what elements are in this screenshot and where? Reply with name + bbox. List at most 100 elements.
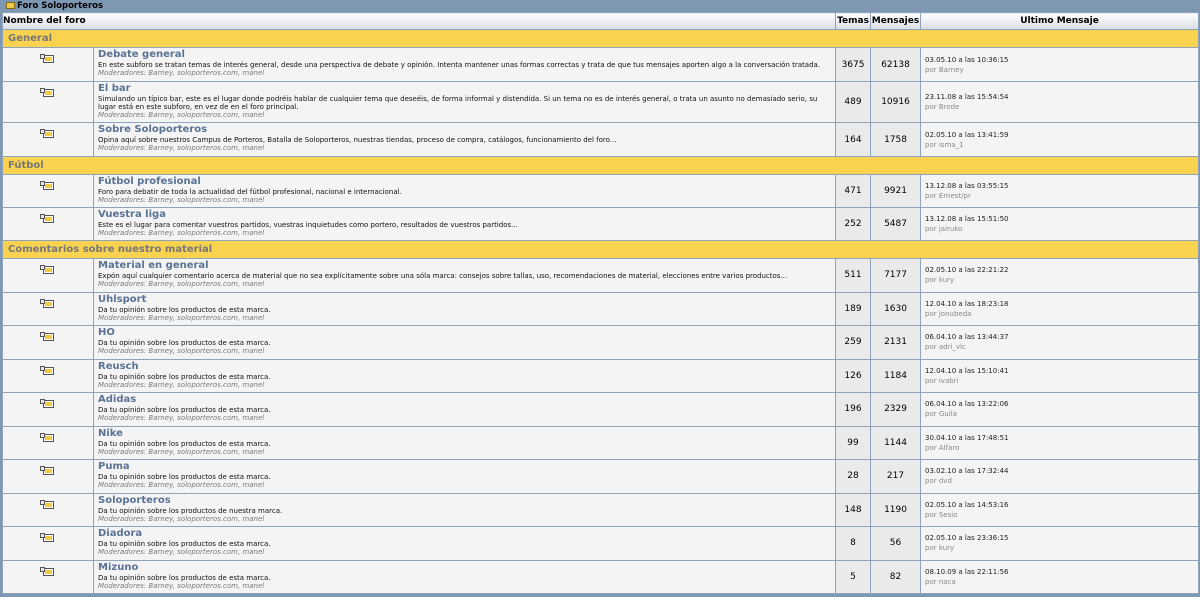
moderator-link[interactable]: soloporteros.com [177,111,238,119]
moderator-link[interactable]: Barney [148,548,172,556]
last-post-date[interactable]: 03.02.10 a las 17:32:44 [925,466,1194,476]
forum-info-cell: El bar Simulando un típico bar, este es e… [92,81,837,123]
last-post-user[interactable]: ivabri [939,377,959,385]
forum-name-link[interactable]: Material en general [98,260,831,272]
moderator-link[interactable]: soloporteros.com [177,582,238,590]
last-post-user[interactable]: adri_vlc [939,343,966,351]
moderator-link[interactable]: manel [242,229,264,237]
forum-name-link[interactable]: El bar [98,83,831,95]
moderator-link[interactable]: manel [242,144,264,152]
category-title[interactable]: Fútbol [1,156,1200,175]
forum-name-link[interactable]: Puma [98,461,831,473]
last-post-user[interactable]: jairuko [939,225,963,233]
forum-name-link[interactable]: Vuestra liga [98,209,831,221]
moderator-link[interactable]: soloporteros.com [177,314,238,322]
moderator-link[interactable]: Barney [148,582,172,590]
moderator-link[interactable]: Barney [148,481,172,489]
last-post-date[interactable]: 13.12.08 a las 03:55:15 [925,181,1194,191]
forum-name-link[interactable]: Reusch [98,361,831,373]
forum-folder-icon [39,533,54,542]
last-post-date[interactable]: 02.05.10 a las 13:41:59 [925,130,1194,140]
last-post-date[interactable]: 12.04.10 a las 18:23:18 [925,299,1194,309]
forum-last-post: 02.05.10 a las 22:21:22 por kury [920,258,1200,293]
moderator-link[interactable]: soloporteros.com [177,381,238,389]
moderator-link[interactable]: soloporteros.com [177,481,238,489]
forum-name-link[interactable]: Mizuno [98,562,831,574]
moderator-link[interactable]: manel [242,515,264,523]
last-post-user[interactable]: naca [939,578,956,586]
last-post-date[interactable]: 02.05.10 a las 22:21:22 [925,265,1194,275]
last-post-user[interactable]: Alfaro [939,444,960,452]
moderator-link[interactable]: soloporteros.com [177,347,238,355]
forum-name-link[interactable]: HO [98,327,831,339]
forum-row: Material en general Expón aquí cualquier … [2,258,1200,293]
moderator-link[interactable]: Barney [148,314,172,322]
moderator-link[interactable]: Barney [148,229,172,237]
last-post-date[interactable]: 08.10.09 a las 22:11:56 [925,567,1194,577]
moderator-link[interactable]: manel [242,280,264,288]
last-post-date[interactable]: 23.11.08 a las 15:54:54 [925,92,1194,102]
moderator-link[interactable]: manel [242,196,264,204]
moderator-link[interactable]: soloporteros.com [177,515,238,523]
moderator-link[interactable]: soloporteros.com [177,144,238,152]
moderator-link[interactable]: soloporteros.com [177,448,238,456]
moderator-link[interactable]: Barney [148,414,172,422]
last-post-user[interactable]: Guila [939,410,957,418]
last-post-date[interactable]: 30.04.10 a las 17:48:51 [925,433,1194,443]
category-title[interactable]: Comentarios sobre nuestro material [1,240,1200,259]
last-post-user[interactable]: kury [939,544,954,552]
moderator-link[interactable]: Barney [148,280,172,288]
last-post-date[interactable]: 13.12.08 a las 15:51:50 [925,214,1194,224]
last-post-user[interactable]: Barney [939,66,964,74]
forum-name-link[interactable]: Nike [98,428,831,440]
moderator-link[interactable]: manel [242,381,264,389]
last-post-date[interactable]: 06.04.10 a las 13:22:06 [925,399,1194,409]
forum-moderators: Moderadores: Barney, soloporteros.com, m… [98,347,265,355]
moderator-link[interactable]: soloporteros.com [177,280,238,288]
last-post-user[interactable]: isma_1 [939,141,964,149]
last-post-date[interactable]: 06.04.10 a las 13:44:37 [925,332,1194,342]
last-post-date[interactable]: 03.05.10 a las 10:36:15 [925,55,1194,65]
moderator-link[interactable]: Barney [148,515,172,523]
moderator-link[interactable]: manel [242,111,264,119]
last-post-date[interactable]: 02.05.10 a las 23:36:15 [925,533,1194,543]
last-post-user[interactable]: Ernest/pr [939,192,971,200]
last-post-date[interactable]: 12.04.10 a las 15:10:41 [925,366,1194,376]
moderator-link[interactable]: manel [242,414,264,422]
forum-name-link[interactable]: Fútbol profesional [98,176,831,188]
moderator-link[interactable]: Barney [148,144,172,152]
moderator-link[interactable]: soloporteros.com [177,69,238,77]
moderator-link[interactable]: manel [242,347,264,355]
moderator-link[interactable]: soloporteros.com [177,229,238,237]
last-post-user[interactable]: kury [939,276,954,284]
moderator-link[interactable]: manel [242,548,264,556]
last-post-user[interactable]: dvd [939,477,952,485]
category-title[interactable]: General [1,29,1200,48]
moderator-link[interactable]: soloporteros.com [177,414,238,422]
moderator-link[interactable]: manel [242,448,264,456]
forum-name-link[interactable]: Adidas [98,394,831,406]
last-post-user[interactable]: Brode [939,103,960,111]
moderator-link[interactable]: manel [242,582,264,590]
moderator-link[interactable]: manel [242,69,264,77]
last-post-date[interactable]: 02.05.10 a las 14:53:16 [925,500,1194,510]
moderator-link[interactable]: Barney [148,111,172,119]
forum-name-link[interactable]: Diadora [98,528,831,540]
last-post-user[interactable]: Sesio [939,511,958,519]
forum-name-link[interactable]: Debate general [98,49,831,61]
forum-name-link[interactable]: Uhlsport [98,294,831,306]
forum-name-link[interactable]: Sobre Soloporteros [98,124,831,136]
forum-header-title[interactable]: Foro Soloporteros [17,1,103,11]
forum-status-cell [2,81,94,123]
moderator-link[interactable]: Barney [148,196,172,204]
moderator-link[interactable]: Barney [148,381,172,389]
moderator-link[interactable]: manel [242,314,264,322]
forum-name-link[interactable]: Soloporteros [98,495,831,507]
moderator-link[interactable]: soloporteros.com [177,548,238,556]
moderator-link[interactable]: Barney [148,448,172,456]
moderator-link[interactable]: manel [242,481,264,489]
moderator-link[interactable]: Barney [148,69,172,77]
moderator-link[interactable]: soloporteros.com [177,196,238,204]
moderator-link[interactable]: Barney [148,347,172,355]
last-post-user[interactable]: jonubeda [939,310,972,318]
